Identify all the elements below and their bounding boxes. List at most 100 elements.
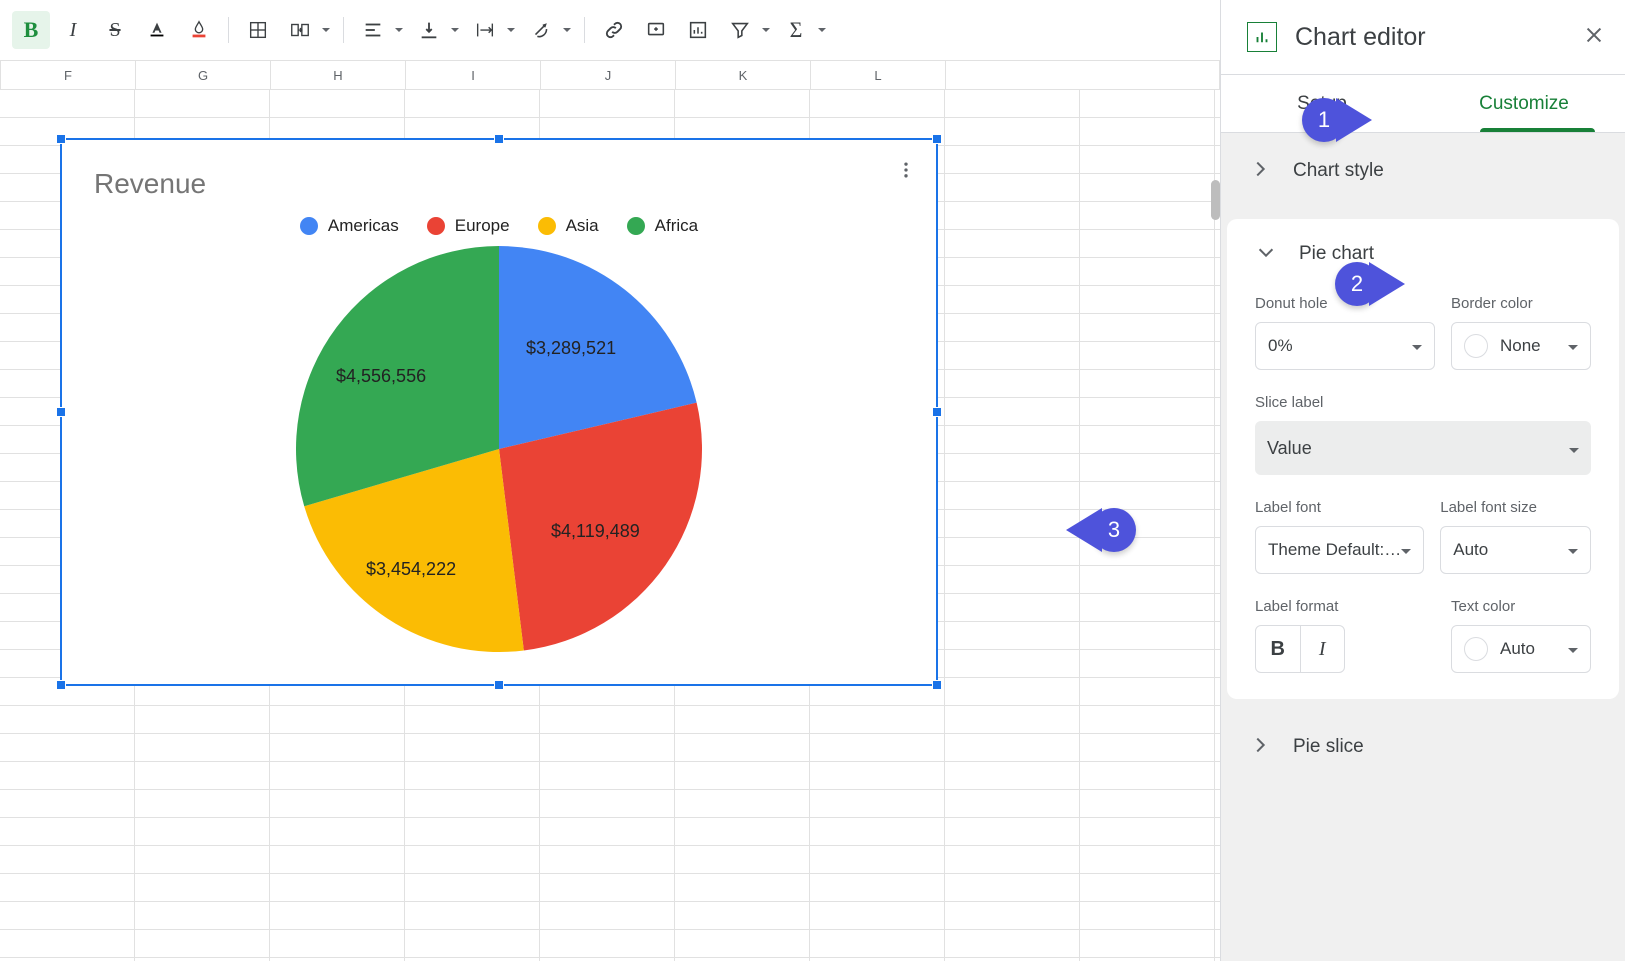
dropdown-arrow-icon (1401, 540, 1411, 560)
label-font-select[interactable]: Theme Default:… (1255, 526, 1424, 574)
label-format-label: Label format (1255, 598, 1435, 615)
insert-chart-button[interactable] (679, 11, 717, 49)
label-format-toggle: B I (1255, 625, 1345, 673)
dropdown-arrow-icon (1412, 336, 1422, 356)
chart-menu-button[interactable] (896, 160, 916, 185)
select-value: Theme Default:… (1268, 540, 1401, 560)
select-value: 0% (1268, 336, 1293, 356)
v-align-button[interactable] (410, 11, 462, 49)
border-color-label: Border color (1451, 295, 1591, 312)
text-color-select[interactable]: Auto (1451, 625, 1591, 673)
resize-handle[interactable] (494, 680, 504, 690)
column-header[interactable]: L (811, 61, 946, 89)
slice-label-label: Slice label (1255, 394, 1591, 411)
resize-handle[interactable] (932, 134, 942, 144)
column-header[interactable]: K (676, 61, 811, 89)
separator (343, 17, 344, 43)
chart-legend: Americas Europe Asia Africa (68, 216, 930, 236)
color-swatch (1464, 637, 1488, 661)
border-color-select[interactable]: None (1451, 322, 1591, 370)
resize-handle[interactable] (494, 134, 504, 144)
functions-button[interactable]: Σ (777, 11, 829, 49)
close-button[interactable] (1583, 24, 1605, 51)
scrollbar-thumb[interactable] (1211, 180, 1220, 220)
legend-swatch (427, 217, 445, 235)
sidebar-title: Chart editor (1295, 23, 1565, 52)
legend-swatch (627, 217, 645, 235)
bold-toggle[interactable]: B (1256, 626, 1300, 672)
link-button[interactable] (595, 11, 633, 49)
column-header[interactable]: H (271, 61, 406, 89)
slice-label: $3,289,521 (526, 338, 616, 359)
h-align-button[interactable] (354, 11, 406, 49)
color-swatch (1464, 334, 1488, 358)
donut-hole-select[interactable]: 0% (1255, 322, 1435, 370)
section-title: Pie slice (1293, 736, 1364, 758)
slice-label-select[interactable]: Value (1255, 421, 1591, 475)
chart-object[interactable]: Revenue Americas Europe Asia Africa $3,2… (60, 138, 938, 686)
dropdown-arrow-icon (1568, 540, 1578, 560)
slice-label: $4,119,489 (551, 521, 640, 542)
legend-label: Americas (328, 216, 399, 236)
column-header[interactable]: G (136, 61, 271, 89)
dropdown-arrow-icon (560, 28, 574, 33)
legend-swatch (300, 217, 318, 235)
resize-handle[interactable] (56, 680, 66, 690)
chart-title[interactable]: Revenue (94, 168, 206, 200)
resize-handle[interactable] (56, 407, 66, 417)
separator (584, 17, 585, 43)
legend-item[interactable]: Europe (427, 216, 510, 236)
fill-color-button[interactable] (180, 11, 218, 49)
section-title: Chart style (1293, 160, 1384, 182)
dropdown-arrow-icon (504, 28, 518, 33)
resize-handle[interactable] (932, 407, 942, 417)
resize-handle[interactable] (932, 680, 942, 690)
dropdown-arrow-icon (1568, 336, 1578, 356)
legend-label: Europe (455, 216, 510, 236)
sidebar-header: Chart editor (1221, 0, 1625, 75)
resize-handle[interactable] (56, 134, 66, 144)
slice-label: $4,556,556 (336, 366, 426, 387)
text-color-button[interactable] (138, 11, 176, 49)
text-color-label: Text color (1451, 598, 1591, 615)
legend-item[interactable]: Americas (300, 216, 399, 236)
slice-label: $3,454,222 (366, 559, 456, 580)
section-header[interactable]: Pie slice (1221, 709, 1625, 785)
rotate-button[interactable] (522, 11, 574, 49)
italic-button[interactable]: I (54, 11, 92, 49)
filter-button[interactable] (721, 11, 773, 49)
chart-editor-icon (1247, 22, 1277, 52)
dropdown-arrow-icon (815, 28, 829, 33)
comment-button[interactable] (637, 11, 675, 49)
legend-label: Asia (566, 216, 599, 236)
tab-customize[interactable]: Customize (1423, 75, 1625, 132)
legend-label: Africa (655, 216, 698, 236)
label-font-size-select[interactable]: Auto (1440, 526, 1591, 574)
merge-button[interactable] (281, 11, 333, 49)
wrap-button[interactable] (466, 11, 518, 49)
select-value: Auto (1453, 540, 1488, 560)
select-value: None (1500, 336, 1541, 356)
italic-toggle[interactable]: I (1300, 626, 1345, 672)
section-body: Donut hole 0% Border color None (1227, 295, 1619, 699)
chevron-right-icon (1249, 734, 1271, 761)
column-header[interactable]: I (406, 61, 541, 89)
bold-glyph: B (24, 17, 39, 43)
column-header[interactable]: F (1, 61, 136, 89)
borders-button[interactable] (239, 11, 277, 49)
select-value: Value (1267, 438, 1312, 459)
legend-swatch (538, 217, 556, 235)
section-header[interactable]: Pie chart (1227, 219, 1619, 289)
column-header[interactable]: J (541, 61, 676, 89)
strike-button[interactable]: S (96, 11, 134, 49)
section-header[interactable]: Chart style (1221, 133, 1625, 209)
dropdown-arrow-icon (759, 28, 773, 33)
dropdown-arrow-icon (1569, 438, 1579, 459)
legend-item[interactable]: Asia (538, 216, 599, 236)
chart-canvas: Revenue Americas Europe Asia Africa $3,2… (68, 146, 930, 678)
spreadsheet-grid[interactable]: document.write(Array.from({length:32}).m… (0, 90, 1220, 961)
label-font-label: Label font (1255, 499, 1424, 516)
bold-button[interactable]: B (12, 11, 50, 49)
tutorial-callout-1: 1 (1302, 98, 1346, 142)
legend-item[interactable]: Africa (627, 216, 698, 236)
